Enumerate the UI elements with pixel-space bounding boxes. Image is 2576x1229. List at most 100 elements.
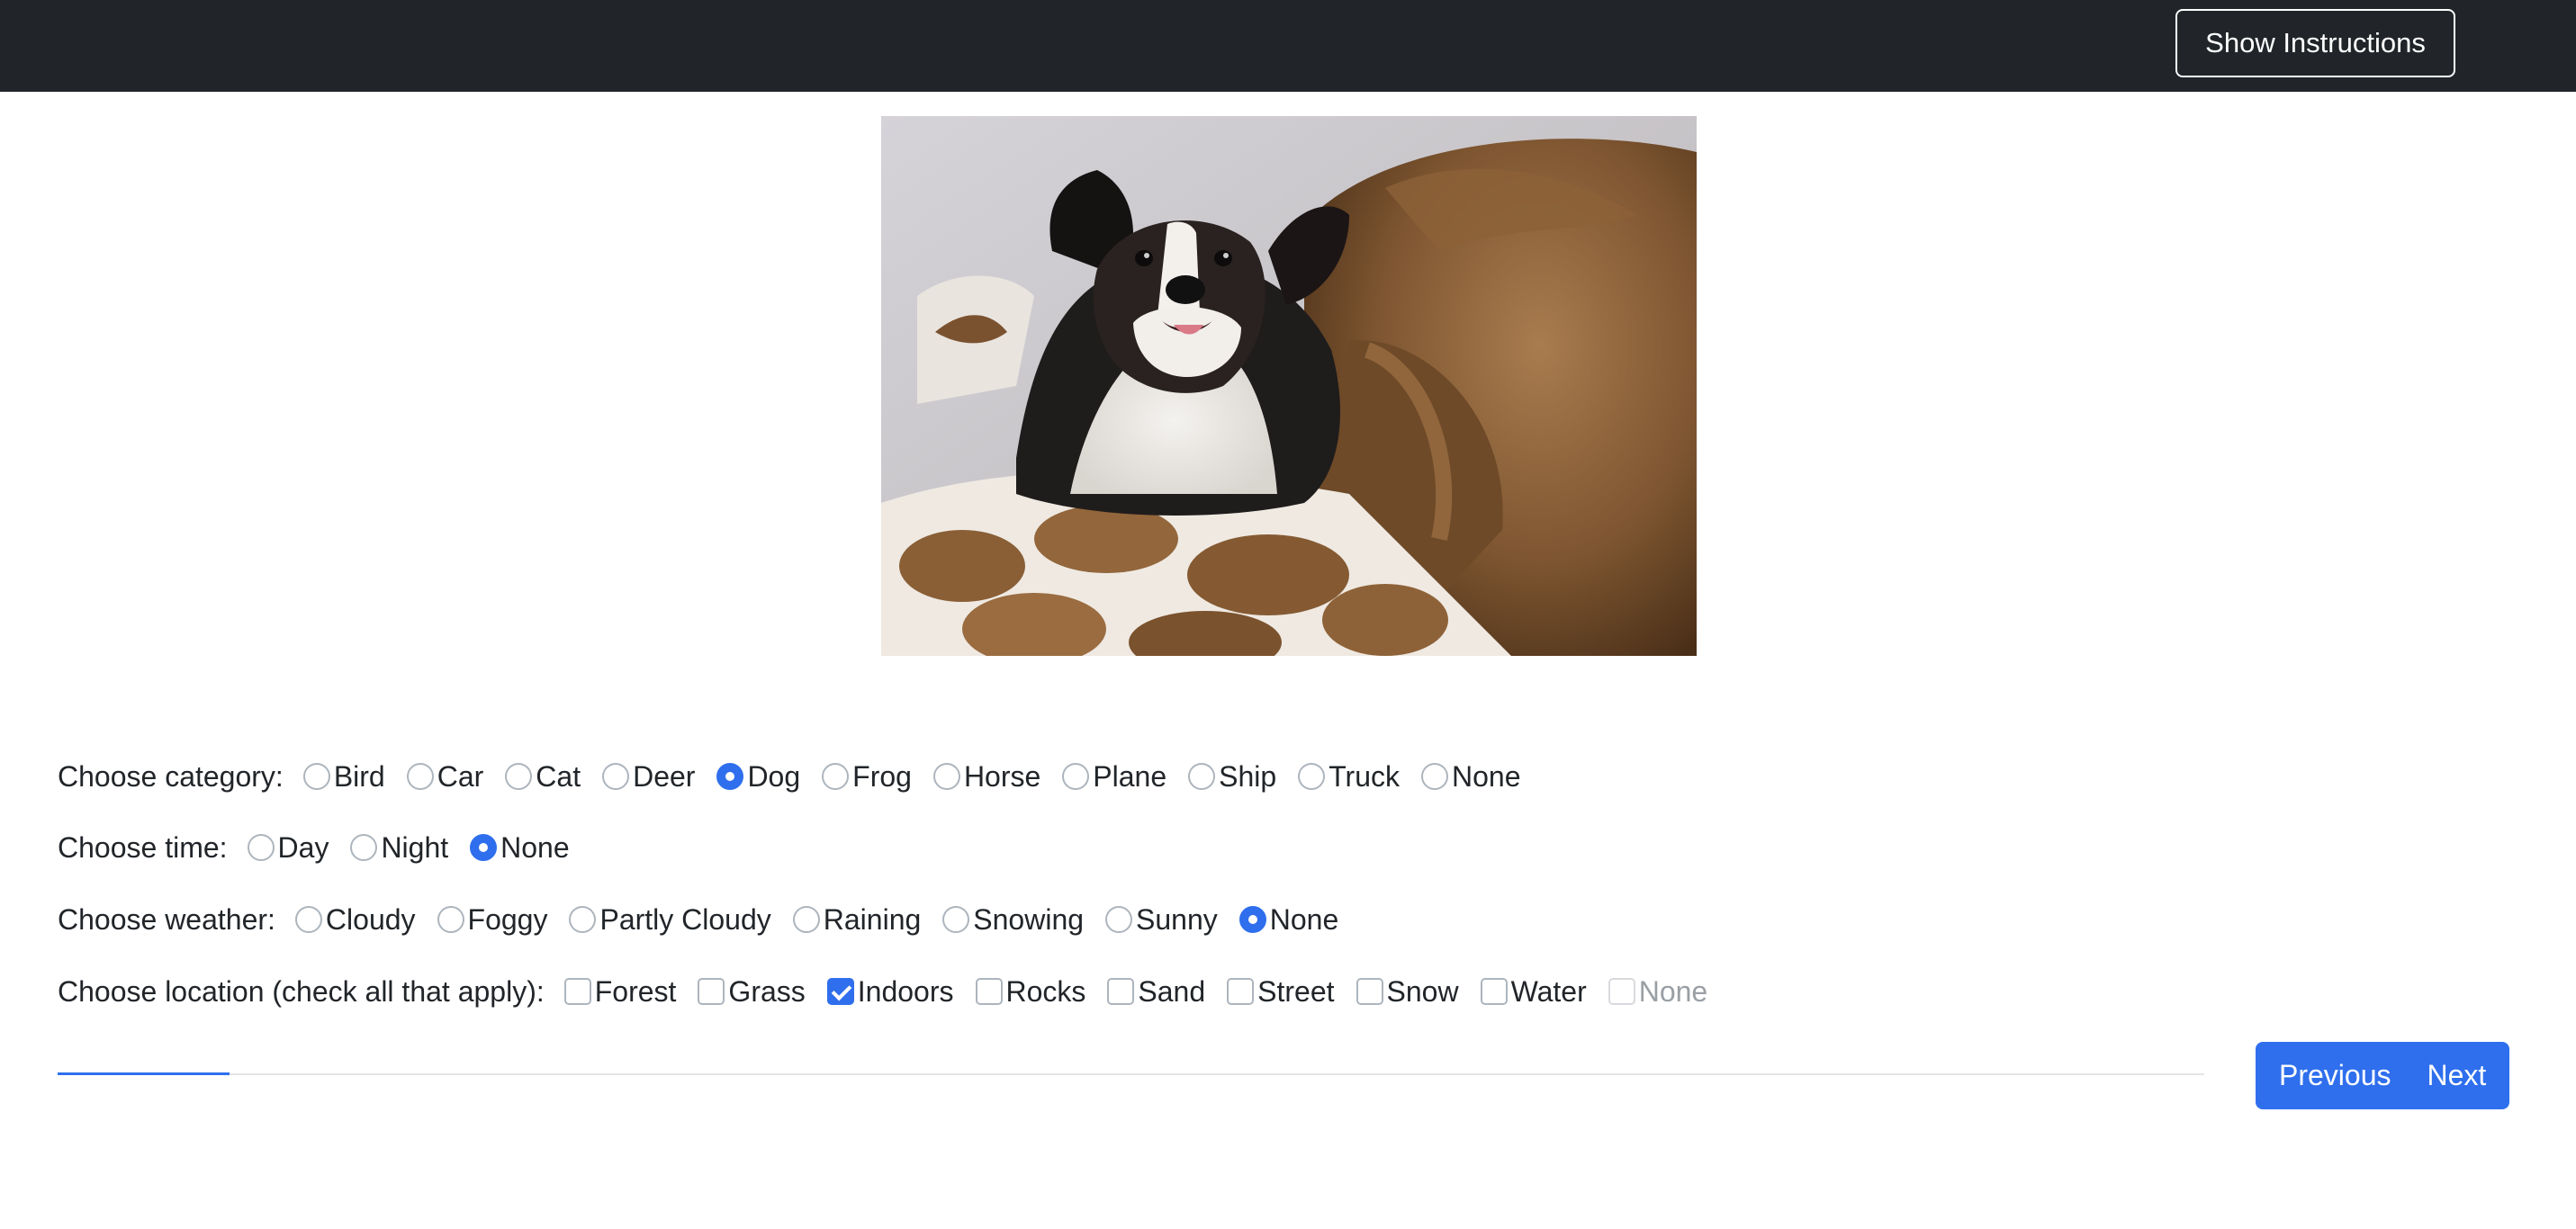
weather-radio-sunny[interactable] (1105, 906, 1133, 933)
location-checkbox-indoors[interactable] (826, 978, 854, 1005)
weather-option-snowing[interactable]: Snowing (942, 903, 1084, 937)
time-option-label: Day (277, 830, 329, 864)
category-radio-plane[interactable] (1062, 763, 1090, 790)
weather-option-label: Sunny (1136, 902, 1218, 936)
time-option-night[interactable]: Night (350, 831, 448, 865)
category-option-label: Horse (963, 759, 1041, 793)
category-option-label: None (1452, 759, 1521, 793)
weather-option-foggy[interactable]: Foggy (437, 902, 548, 937)
time-option-none[interactable]: None (470, 831, 570, 865)
time-option-label: None (500, 830, 570, 864)
navigation-buttons: Previous Next (2256, 1042, 2510, 1109)
category-label: Choose category: (58, 759, 284, 793)
weather-option-label: Foggy (467, 902, 548, 936)
weather-label: Choose weather: (58, 902, 275, 936)
category-option-ship[interactable]: Ship (1188, 760, 1276, 794)
time-radio-night[interactable] (350, 834, 378, 861)
location-option-label: Snow (1386, 974, 1459, 1008)
location-option-snow[interactable]: Snow (1356, 975, 1459, 1009)
category-option-none[interactable]: None (1421, 760, 1521, 794)
category-question: Choose category: Bird Car Cat Deer Dog Frog Ho… (58, 754, 1543, 799)
weather-option-sunny[interactable]: Sunny (1105, 903, 1218, 937)
category-option-label: Ship (1219, 759, 1277, 793)
weather-radio-none[interactable] (1238, 906, 1266, 933)
category-radio-deer[interactable] (602, 763, 630, 790)
weather-radio-cloudy[interactable] (294, 906, 322, 933)
category-radio-ship[interactable] (1188, 763, 1216, 790)
location-option-forest[interactable]: Forest (563, 974, 677, 1009)
weather-question: Choose weather: Cloudy Foggy Partly Cloudy… (58, 897, 1360, 942)
category-option-dog[interactable]: Dog (716, 760, 800, 794)
category-radio-none[interactable] (1421, 763, 1448, 790)
category-option-label: Plane (1093, 759, 1167, 793)
category-option-car[interactable]: Car (406, 759, 484, 794)
location-checkbox-grass[interactable] (698, 978, 725, 1005)
location-option-label: Grass (728, 974, 806, 1008)
top-navbar: Show Instructions (0, 0, 2576, 92)
category-option-label: Deer (633, 759, 696, 793)
weather-option-label: Partly Cloudy (599, 902, 771, 936)
weather-radio-partly-cloudy[interactable] (569, 906, 597, 933)
location-option-label: Water (1510, 974, 1587, 1008)
weather-option-raining[interactable]: Raining (792, 903, 921, 937)
weather-option-label: Snowing (973, 902, 1085, 936)
location-checkbox-street[interactable] (1227, 978, 1255, 1005)
location-option-grass[interactable]: Grass (698, 974, 806, 1009)
category-radio-truck[interactable] (1298, 763, 1326, 790)
category-option-plane[interactable]: Plane (1062, 760, 1166, 794)
location-option-label: Forest (594, 974, 677, 1008)
location-option-sand[interactable]: Sand (1107, 975, 1205, 1009)
location-checkbox-none (1608, 978, 1635, 1005)
location-checkbox-snow[interactable] (1356, 978, 1383, 1005)
location-option-label: Sand (1138, 974, 1206, 1008)
location-option-label: Street (1257, 974, 1335, 1008)
weather-radio-snowing[interactable] (942, 906, 970, 933)
category-option-label: Cat (536, 759, 581, 793)
category-option-bird[interactable]: Bird (302, 759, 385, 794)
location-option-none: None (1608, 974, 1708, 1009)
category-radio-bird[interactable] (302, 763, 330, 790)
category-radio-car[interactable] (406, 763, 434, 790)
category-radio-frog[interactable] (822, 763, 850, 790)
weather-option-cloudy[interactable]: Cloudy (294, 903, 416, 937)
category-option-horse[interactable]: Horse (932, 759, 1041, 794)
time-option-day[interactable]: Day (247, 830, 329, 865)
show-instructions-button[interactable]: Show Instructions (2175, 9, 2455, 77)
time-radio-day[interactable] (247, 834, 275, 861)
time-radio-none[interactable] (470, 834, 498, 861)
location-option-street[interactable]: Street (1227, 974, 1335, 1009)
weather-option-label: None (1269, 902, 1339, 936)
location-checkbox-water[interactable] (1480, 978, 1508, 1005)
location-question: Choose location (check all that apply): … (58, 969, 1729, 1014)
category-option-label: Bird (333, 759, 385, 793)
weather-radio-raining[interactable] (792, 906, 820, 933)
location-option-label: Rocks (1005, 974, 1086, 1008)
category-radio-cat[interactable] (505, 763, 533, 790)
weather-option-partly-cloudy[interactable]: Partly Cloudy (569, 902, 771, 937)
category-option-deer[interactable]: Deer (602, 760, 695, 794)
category-option-cat[interactable]: Cat (505, 760, 581, 794)
location-option-water[interactable]: Water (1480, 974, 1587, 1009)
category-radio-dog[interactable] (716, 763, 744, 790)
location-option-indoors[interactable]: Indoors (826, 974, 954, 1009)
category-radio-horse[interactable] (932, 763, 960, 790)
previous-button[interactable]: Previous (2256, 1042, 2409, 1109)
weather-radio-foggy[interactable] (437, 906, 464, 933)
category-option-label: Dog (747, 759, 801, 793)
location-checkbox-rocks[interactable] (975, 978, 1003, 1005)
dog-photo (881, 116, 1697, 656)
category-option-label: Truck (1329, 759, 1400, 793)
category-option-frog[interactable]: Frog (822, 760, 912, 794)
weather-option-none[interactable]: None (1238, 902, 1339, 937)
progress-fill (58, 1072, 230, 1075)
next-button[interactable]: Next (2409, 1042, 2510, 1109)
location-option-label: None (1638, 974, 1708, 1008)
category-option-truck[interactable]: Truck (1298, 760, 1400, 794)
category-option-label: Car (437, 759, 484, 793)
category-option-label: Frog (852, 759, 912, 793)
location-checkbox-sand[interactable] (1107, 978, 1135, 1005)
location-option-label: Indoors (857, 974, 954, 1008)
location-checkbox-forest[interactable] (563, 978, 591, 1005)
progress-bar (58, 1072, 2204, 1075)
location-option-rocks[interactable]: Rocks (975, 974, 1086, 1009)
